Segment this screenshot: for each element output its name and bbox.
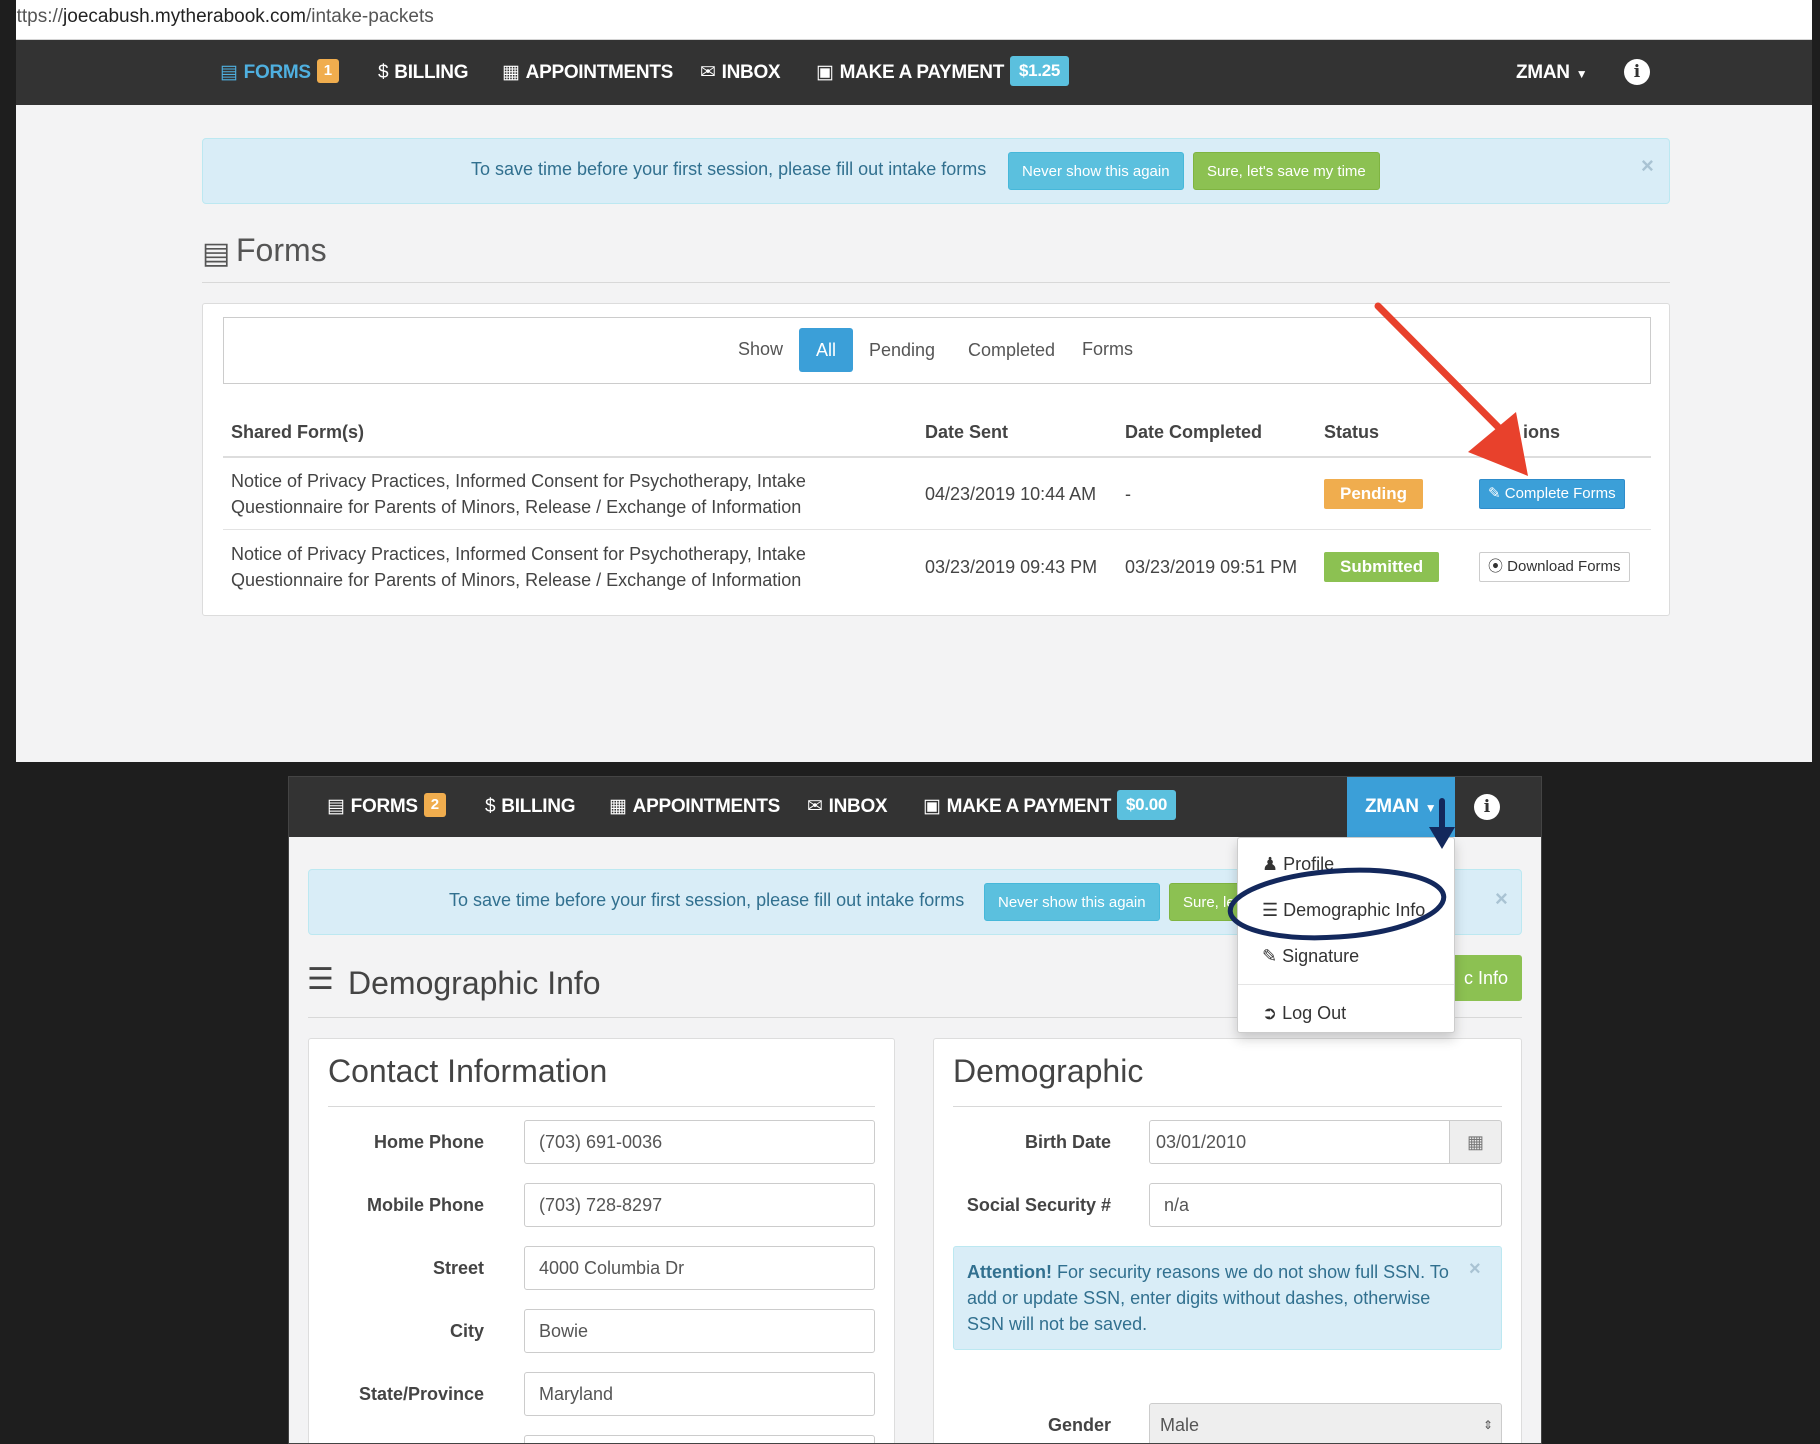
red-arrow-shaft xyxy=(1374,302,1515,444)
red-arrow-head xyxy=(1468,412,1528,476)
demographic-window: ▤ FORMS 2 $ BILLING ▦ APPOINTMENTS ✉ INBOX ▣ M… xyxy=(288,776,1542,1444)
forms-window: https://joecabush.mytherabook.com/intake… xyxy=(16,0,1812,762)
red-arrow-annotation xyxy=(1374,302,1528,476)
blue-arrow-head xyxy=(1429,827,1455,849)
hand-drawn-annotation xyxy=(1227,798,1455,941)
circle-annotation xyxy=(1227,867,1447,941)
